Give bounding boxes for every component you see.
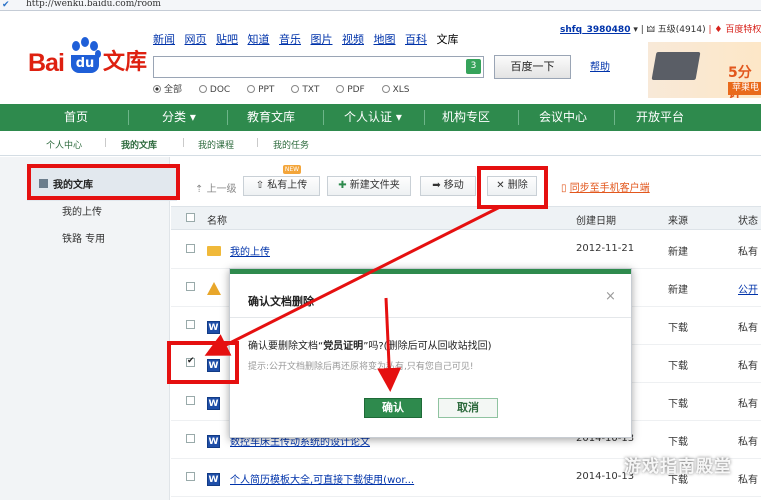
arrow-to-confirm [377,297,402,392]
arrow-to-checkbox [204,205,501,356]
watermark: 游戏指南殿堂 [624,457,732,477]
annotation-arrows [204,205,501,392]
